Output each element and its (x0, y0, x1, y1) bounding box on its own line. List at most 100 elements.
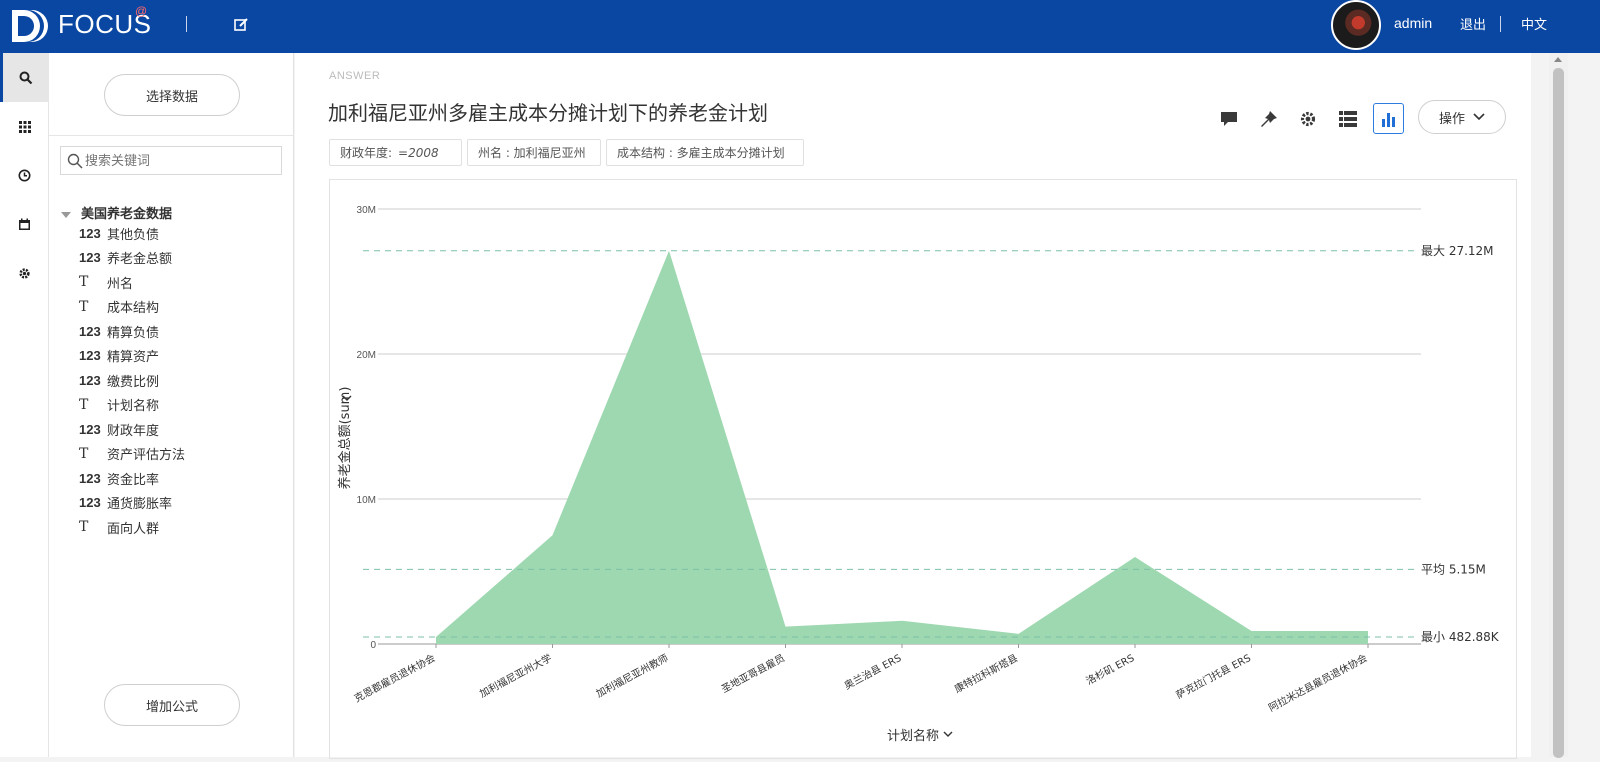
x-tick-label: 加利福尼亚州教师 (594, 651, 671, 700)
icon-sidebar (0, 53, 49, 757)
field-label: 面向人群 (107, 518, 159, 537)
scroll-up-icon[interactable] (1554, 57, 1562, 62)
calendar-nav-button[interactable] (0, 200, 49, 249)
field-item[interactable]: 123财政年度 (79, 419, 159, 439)
filter-state[interactable]: 州名 : 加利福尼亚州 (467, 139, 601, 166)
focus-logo-icon (10, 6, 48, 46)
y-tick-label: 30M (357, 205, 376, 216)
field-label: 缴费比例 (107, 371, 159, 390)
filter-cost-structure[interactable]: 成本结构 : 多雇主成本分摊计划 (606, 139, 804, 166)
number-type-icon: 123 (79, 250, 107, 265)
settings-button[interactable] (1298, 109, 1318, 129)
scrollbar-thumb[interactable] (1553, 68, 1564, 758)
x-tick-label: 加利福尼亚州大学 (477, 651, 554, 700)
grid-icon (19, 121, 31, 133)
field-label: 养老金总额 (107, 248, 172, 267)
user-name[interactable]: admin (1394, 15, 1432, 31)
filter-label: 州名 : 加利福尼亚州 (478, 144, 586, 161)
field-label: 其他负债 (107, 224, 159, 243)
number-type-icon: 123 (79, 324, 107, 339)
logout-link[interactable]: 退出 (1460, 14, 1486, 33)
filter-fiscal-year[interactable]: 财政年度:=2008 (329, 139, 462, 166)
chart-view-icon (1381, 111, 1397, 127)
answer-area: ANSWER 加利福尼亚州多雇主成本分摊计划下的养老金计划 操作 财政年度:=2… (295, 53, 1531, 757)
language-switch[interactable]: 中文 (1521, 14, 1547, 33)
field-label: 计划名称 (107, 395, 159, 414)
edit-icon[interactable] (233, 17, 249, 33)
chart-view-button[interactable] (1373, 103, 1404, 134)
field-item[interactable]: 123精算负债 (79, 321, 159, 341)
field-item[interactable]: T面向人群 (79, 517, 159, 537)
x-tick-label: 克恩郡雇员退休协会 (352, 651, 438, 705)
field-item[interactable]: 123精算资产 (79, 346, 159, 366)
field-label: 精算资产 (107, 346, 159, 365)
field-label: 资产评估方法 (107, 444, 185, 463)
number-type-icon: 123 (79, 422, 107, 437)
page-title: 加利福尼亚州多雇主成本分摊计划下的养老金计划 (328, 97, 768, 126)
comment-icon (1220, 111, 1238, 127)
field-item[interactable]: T资产评估方法 (79, 444, 185, 464)
tree-root[interactable]: 美国养老金数据 (61, 203, 172, 222)
field-label: 通货膨胀率 (107, 493, 172, 512)
field-label: 资金比率 (107, 469, 159, 488)
field-label: 成本结构 (107, 297, 159, 316)
history-icon (18, 169, 31, 182)
field-item[interactable]: 123缴费比例 (79, 370, 159, 390)
answer-label: ANSWER (329, 70, 380, 82)
comment-button[interactable] (1219, 109, 1239, 129)
text-type-icon: T (79, 274, 107, 290)
settings-icon (18, 267, 31, 280)
area-series (436, 251, 1368, 644)
panel-divider (49, 135, 294, 136)
search-nav-button[interactable] (0, 53, 49, 102)
field-item[interactable]: T州名 (79, 272, 133, 292)
number-type-icon: 123 (79, 495, 107, 510)
reference-line-label: 最大 27.12M (1421, 244, 1494, 258)
table-view-button[interactable] (1338, 109, 1358, 129)
search-icon (67, 153, 83, 169)
y-tick-label: 10M (357, 495, 376, 506)
keyword-search[interactable] (60, 146, 282, 175)
pin-icon (1260, 110, 1278, 128)
number-type-icon: 123 (79, 373, 107, 388)
field-item[interactable]: 123通货膨胀率 (79, 493, 172, 513)
pin-button[interactable] (1259, 109, 1279, 129)
apps-nav-button[interactable] (0, 102, 49, 151)
x-tick-label: 奥兰治县 ERS (842, 651, 904, 692)
collapse-caret-icon[interactable] (61, 212, 71, 218)
area-chart: 010M20M30M最大 27.12M平均 5.15M最小 482.88K克恩郡… (330, 180, 1516, 758)
chevron-down-icon (1473, 113, 1485, 121)
history-nav-button[interactable] (0, 151, 49, 200)
page-scrollbar[interactable] (1549, 53, 1568, 757)
operate-button[interactable]: 操作 (1418, 100, 1506, 134)
header-divider (186, 16, 187, 32)
field-item[interactable]: T计划名称 (79, 395, 159, 415)
number-type-icon: 123 (79, 348, 107, 363)
filter-label: 成本结构 : 多雇主成本分摊计划 (617, 144, 785, 161)
logo-at: @ (135, 4, 147, 18)
avatar[interactable] (1331, 0, 1381, 50)
filter-label: 财政年度: (340, 144, 392, 161)
table-view-icon (1339, 111, 1357, 127)
add-formula-button[interactable]: 增加公式 (104, 684, 240, 726)
x-tick-label: 萨克拉门托县 ERS (1174, 651, 1253, 701)
text-type-icon: T (79, 397, 107, 413)
field-item[interactable]: 123资金比率 (79, 468, 159, 488)
field-item[interactable]: T成本结构 (79, 297, 159, 317)
number-type-icon: 123 (79, 471, 107, 486)
select-data-button[interactable]: 选择数据 (104, 74, 240, 116)
x-tick-label: 洛杉矶 ERS (1084, 651, 1137, 687)
x-axis-label: 计划名称 (887, 728, 939, 744)
reference-line-label: 平均 5.15M (1421, 562, 1486, 576)
field-label: 财政年度 (107, 420, 159, 439)
search-input[interactable] (85, 151, 275, 171)
x-tick-label: 康特拉科斯塔县 (952, 651, 1020, 695)
text-type-icon: T (79, 519, 107, 535)
field-item[interactable]: 123其他负债 (79, 223, 159, 243)
field-item[interactable]: 123养老金总额 (79, 248, 172, 268)
header-divider-2 (1500, 16, 1501, 32)
text-type-icon: T (79, 446, 107, 462)
y-axis-label: 养老金总额(sum) (337, 387, 353, 490)
settings-nav-button[interactable] (0, 249, 49, 298)
text-type-icon: T (79, 299, 107, 315)
